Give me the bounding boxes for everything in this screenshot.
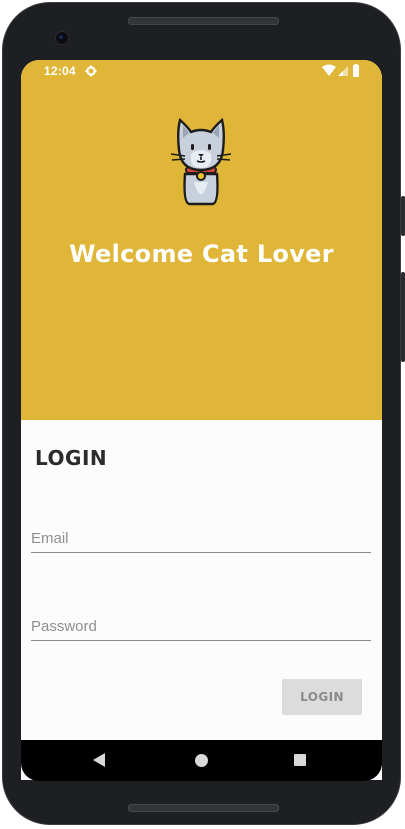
- back-icon[interactable]: [93, 753, 105, 767]
- navigation-bar: [21, 740, 382, 781]
- status-bar: 12:04: [21, 60, 382, 82]
- volume-button: [401, 272, 405, 362]
- login-button[interactable]: LOGIN: [282, 679, 362, 715]
- password-field[interactable]: [31, 615, 371, 641]
- welcome-title: Welcome Cat Lover: [69, 240, 334, 268]
- front-camera: [55, 31, 69, 45]
- bottom-speaker: [128, 804, 279, 812]
- battery-icon: [353, 65, 359, 77]
- login-heading: LOGIN: [35, 446, 108, 470]
- gear-icon: [85, 65, 97, 77]
- status-icons: [322, 64, 359, 77]
- recents-icon[interactable]: [294, 754, 306, 766]
- status-time: 12:04: [44, 64, 76, 78]
- wifi-icon: [322, 64, 336, 76]
- email-field[interactable]: [31, 527, 371, 553]
- header-wave: [21, 350, 382, 407]
- power-button: [401, 196, 405, 236]
- app-screen: 12:04 Welcome Cat Lover LOGIN Email LOGI…: [21, 60, 382, 780]
- home-icon[interactable]: [195, 754, 208, 767]
- phone-frame: 12:04 Welcome Cat Lover LOGIN Email LOGI…: [0, 0, 405, 829]
- top-speaker: [128, 17, 279, 25]
- cat-icon: [170, 117, 232, 206]
